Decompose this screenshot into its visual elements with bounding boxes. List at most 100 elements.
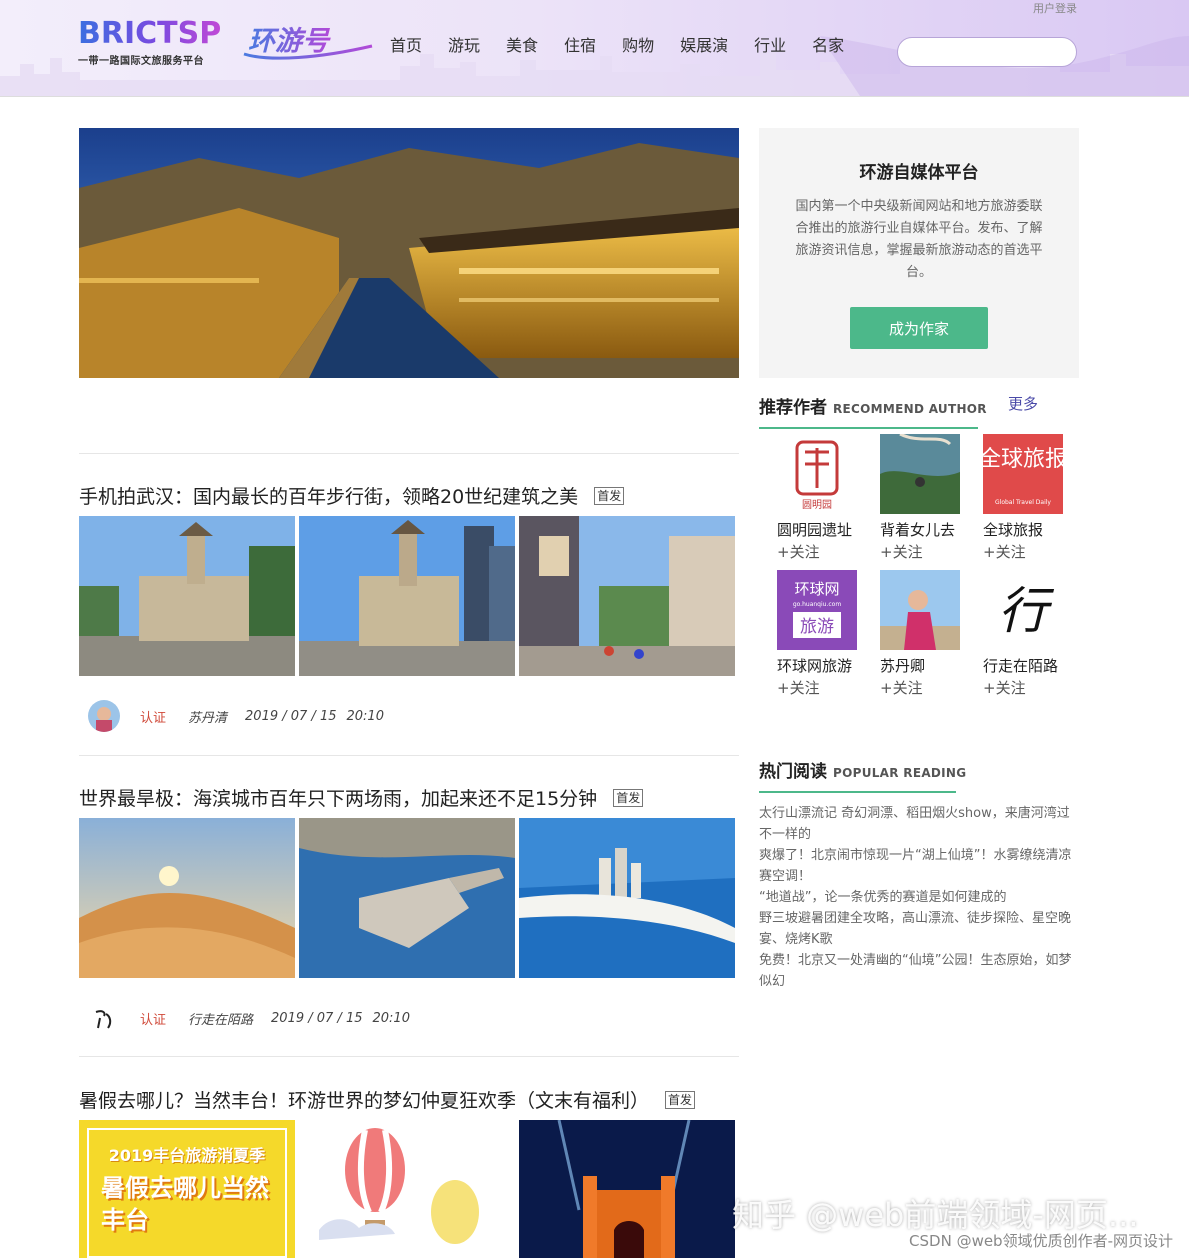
verified-label: 认证 xyxy=(140,1012,167,1028)
author-avatar[interactable]: 全球旅报 Global Travel Daily xyxy=(983,434,1063,514)
popular-title: 热门阅读 xyxy=(759,762,827,782)
section-divider xyxy=(79,1056,739,1057)
hero-image[interactable] xyxy=(79,128,739,378)
article-thumbnail[interactable] xyxy=(299,818,515,978)
logo-subtitle: 一带一路国际文旅服务平台 xyxy=(78,56,204,67)
csdn-credit: CSDN @web领域优质创作者-网页设计 xyxy=(909,1232,1173,1250)
author-card: 全球旅报 Global Travel Daily 全球旅报 +关注 xyxy=(983,434,1079,562)
article-title-text[interactable]: 世界最旱极：海滨城市百年只下两场雨，加起来还不足15分钟 xyxy=(79,788,597,810)
popular-item[interactable]: 免费！北京又一处清幽的“仙境”公园！生态原始，如梦似幻 xyxy=(759,950,1081,992)
main-nav: 首页 游玩 美食 住宿 购物 娱展演 行业 名家 xyxy=(390,32,870,56)
author-card: 环球网 go.huanqiu.com 旅游 环球网旅游 +关注 xyxy=(777,570,873,698)
publish-time: 20:10 xyxy=(346,708,384,724)
article-title[interactable]: 手机拍武汉：国内最长的百年步行街，领略20世纪建筑之美 首发 xyxy=(79,482,625,509)
svg-text:旅游: 旅游 xyxy=(800,617,834,637)
popular-list: 太行山漂流记 奇幻洞漂、稻田烟火show，来唐河湾过不一样的 爽爆了！北京闹市惊… xyxy=(759,803,1081,992)
follow-button[interactable]: +关注 xyxy=(880,541,976,562)
first-release-badge: 首发 xyxy=(613,789,644,807)
huanyou-logo[interactable]: 环游号 xyxy=(240,18,380,66)
author-avatar[interactable] xyxy=(88,1002,120,1034)
follow-button[interactable]: +关注 xyxy=(777,541,873,562)
svg-text:行: 行 xyxy=(998,582,1055,640)
nav-play[interactable]: 游玩 xyxy=(448,32,480,56)
article-thumbnail[interactable] xyxy=(79,516,295,676)
nav-home[interactable]: 首页 xyxy=(390,32,422,56)
author-card: 圆明园 圆明园遗址 +关注 xyxy=(777,434,873,562)
recommend-title: 推荐作者 xyxy=(759,398,827,418)
popular-item[interactable]: “地道战”，论一条优秀的赛道是如何建成的 xyxy=(759,887,1081,908)
article-meta: 认证 苏丹清 2019 / 07 / 15 20:10 xyxy=(88,699,384,733)
nav-industry[interactable]: 行业 xyxy=(754,32,786,56)
popular-title-en: POPULAR READING xyxy=(833,766,967,780)
article-thumbnail[interactable] xyxy=(299,516,515,676)
first-release-badge: 首发 xyxy=(665,1091,696,1109)
article-thumbnail[interactable] xyxy=(519,1120,735,1258)
poster-slogan: 暑假去哪儿当然丰台 xyxy=(101,1174,269,1234)
popular-item[interactable]: 野三坡避暑团建全攻略，高山漂流、徒步探险、星空晚宴、烧烤K歌 xyxy=(759,908,1081,950)
article-title-text[interactable]: 暑假去哪儿？当然丰台！环游世界的梦幻仲夏狂欢季（文末有福利） xyxy=(79,1090,649,1112)
svg-text:圆明园: 圆明园 xyxy=(802,499,832,511)
author-card: 行 行走在陌路 +关注 xyxy=(983,570,1079,698)
svg-text:go.huanqiu.com: go.huanqiu.com xyxy=(793,601,842,608)
section-divider xyxy=(79,453,739,454)
svg-text:全球旅报: 全球旅报 xyxy=(983,447,1063,472)
platform-title: 环游自媒体平台 xyxy=(859,163,979,183)
first-release-badge: 首发 xyxy=(594,487,625,505)
author-avatar[interactable]: 行 xyxy=(983,570,1063,650)
become-author-button[interactable]: 成为作家 xyxy=(850,307,988,349)
recommend-title-en: RECOMMEND AUTHOR xyxy=(833,402,987,416)
article-thumbnail[interactable] xyxy=(79,818,295,978)
nav-lodging[interactable]: 住宿 xyxy=(564,32,596,56)
nav-entertainment[interactable]: 娱展演 xyxy=(680,32,728,56)
article-title[interactable]: 暑假去哪儿？当然丰台！环游世界的梦幻仲夏狂欢季（文末有福利） 首发 xyxy=(79,1086,696,1113)
popular-item[interactable]: 太行山漂流记 奇幻洞漂、稻田烟火show，来唐河湾过不一样的 xyxy=(759,803,1081,845)
article-thumbnail[interactable]: 2019丰台旅游消夏季 暑假去哪儿当然丰台 xyxy=(79,1120,295,1258)
follow-button[interactable]: +关注 xyxy=(880,677,976,698)
article-title[interactable]: 世界最旱极：海滨城市百年只下两场雨，加起来还不足15分钟 首发 xyxy=(79,784,644,811)
poster-headline: 2019丰台旅游消夏季 xyxy=(108,1146,266,1165)
author-name[interactable]: 行走在陌路 xyxy=(983,655,1079,676)
platform-description: 国内第一个中央级新闻网站和地方旅游委联合推出的旅游行业自媒体平台。发布、了解旅游… xyxy=(795,199,1043,280)
brictsp-logo[interactable]: BRICTSP 一带一路国际文旅服务平台 xyxy=(78,16,222,68)
author-avatar[interactable]: 圆明园 xyxy=(777,434,857,514)
site-header: 用户登录 BRICTSP 一带一路国际文旅服务平台 环游号 首页 游玩 美食 住… xyxy=(0,0,1189,97)
verified-label: 认证 xyxy=(140,710,167,726)
author-avatar[interactable] xyxy=(880,570,960,650)
article-thumbnail[interactable] xyxy=(519,818,735,978)
article-title-text[interactable]: 手机拍武汉：国内最长的百年步行街，领略20世纪建筑之美 xyxy=(79,486,578,508)
author-name[interactable]: 苏丹卿 xyxy=(880,655,976,676)
author-avatar[interactable] xyxy=(880,434,960,514)
svg-text:Global Travel Daily: Global Travel Daily xyxy=(995,499,1051,506)
article-thumbnails: 2019丰台旅游消夏季 暑假去哪儿当然丰台 xyxy=(79,1120,739,1258)
search-input[interactable] xyxy=(897,37,1077,67)
login-link[interactable]: 用户登录 xyxy=(1033,0,1077,16)
article-meta: 认证 行走在陌路 2019 / 07 / 15 20:10 xyxy=(88,1001,410,1035)
author-name[interactable]: 苏丹清 xyxy=(188,707,227,726)
author-card: 背着女儿去 +关注 xyxy=(880,434,976,562)
author-name[interactable]: 背着女儿去 xyxy=(880,519,976,540)
author-avatar[interactable] xyxy=(88,700,120,732)
svg-text:环球网: 环球网 xyxy=(794,580,839,598)
popular-underline xyxy=(759,791,956,793)
author-card: 苏丹卿 +关注 xyxy=(880,570,976,698)
logo-text: BRICTSP xyxy=(78,16,222,51)
author-name[interactable]: 行走在陌路 xyxy=(188,1009,253,1028)
author-name[interactable]: 全球旅报 xyxy=(983,519,1079,540)
follow-button[interactable]: +关注 xyxy=(777,677,873,698)
follow-button[interactable]: +关注 xyxy=(983,541,1079,562)
nav-food[interactable]: 美食 xyxy=(506,32,538,56)
author-name[interactable]: 环球网旅游 xyxy=(777,655,873,676)
author-name[interactable]: 圆明园遗址 xyxy=(777,519,873,540)
article-thumbnail[interactable] xyxy=(519,516,735,676)
popular-item[interactable]: 爽爆了！北京闹市惊现一片“湖上仙境”！水雾缭绕清凉赛空调！ xyxy=(759,845,1081,887)
platform-card: 环游自媒体平台 国内第一个中央级新闻网站和地方旅游委联合推出的旅游行业自媒体平台… xyxy=(759,128,1079,378)
publish-date: 2019 / 07 / 15 xyxy=(271,1010,363,1026)
follow-button[interactable]: +关注 xyxy=(983,677,1079,698)
article-thumbnails xyxy=(79,516,739,676)
article-thumbnail[interactable] xyxy=(299,1120,515,1258)
more-link[interactable]: 更多 xyxy=(1008,393,1038,414)
article-thumbnails xyxy=(79,818,739,978)
author-avatar[interactable]: 环球网 go.huanqiu.com 旅游 xyxy=(777,570,857,650)
nav-celebrities[interactable]: 名家 xyxy=(812,32,844,56)
nav-shopping[interactable]: 购物 xyxy=(622,32,654,56)
